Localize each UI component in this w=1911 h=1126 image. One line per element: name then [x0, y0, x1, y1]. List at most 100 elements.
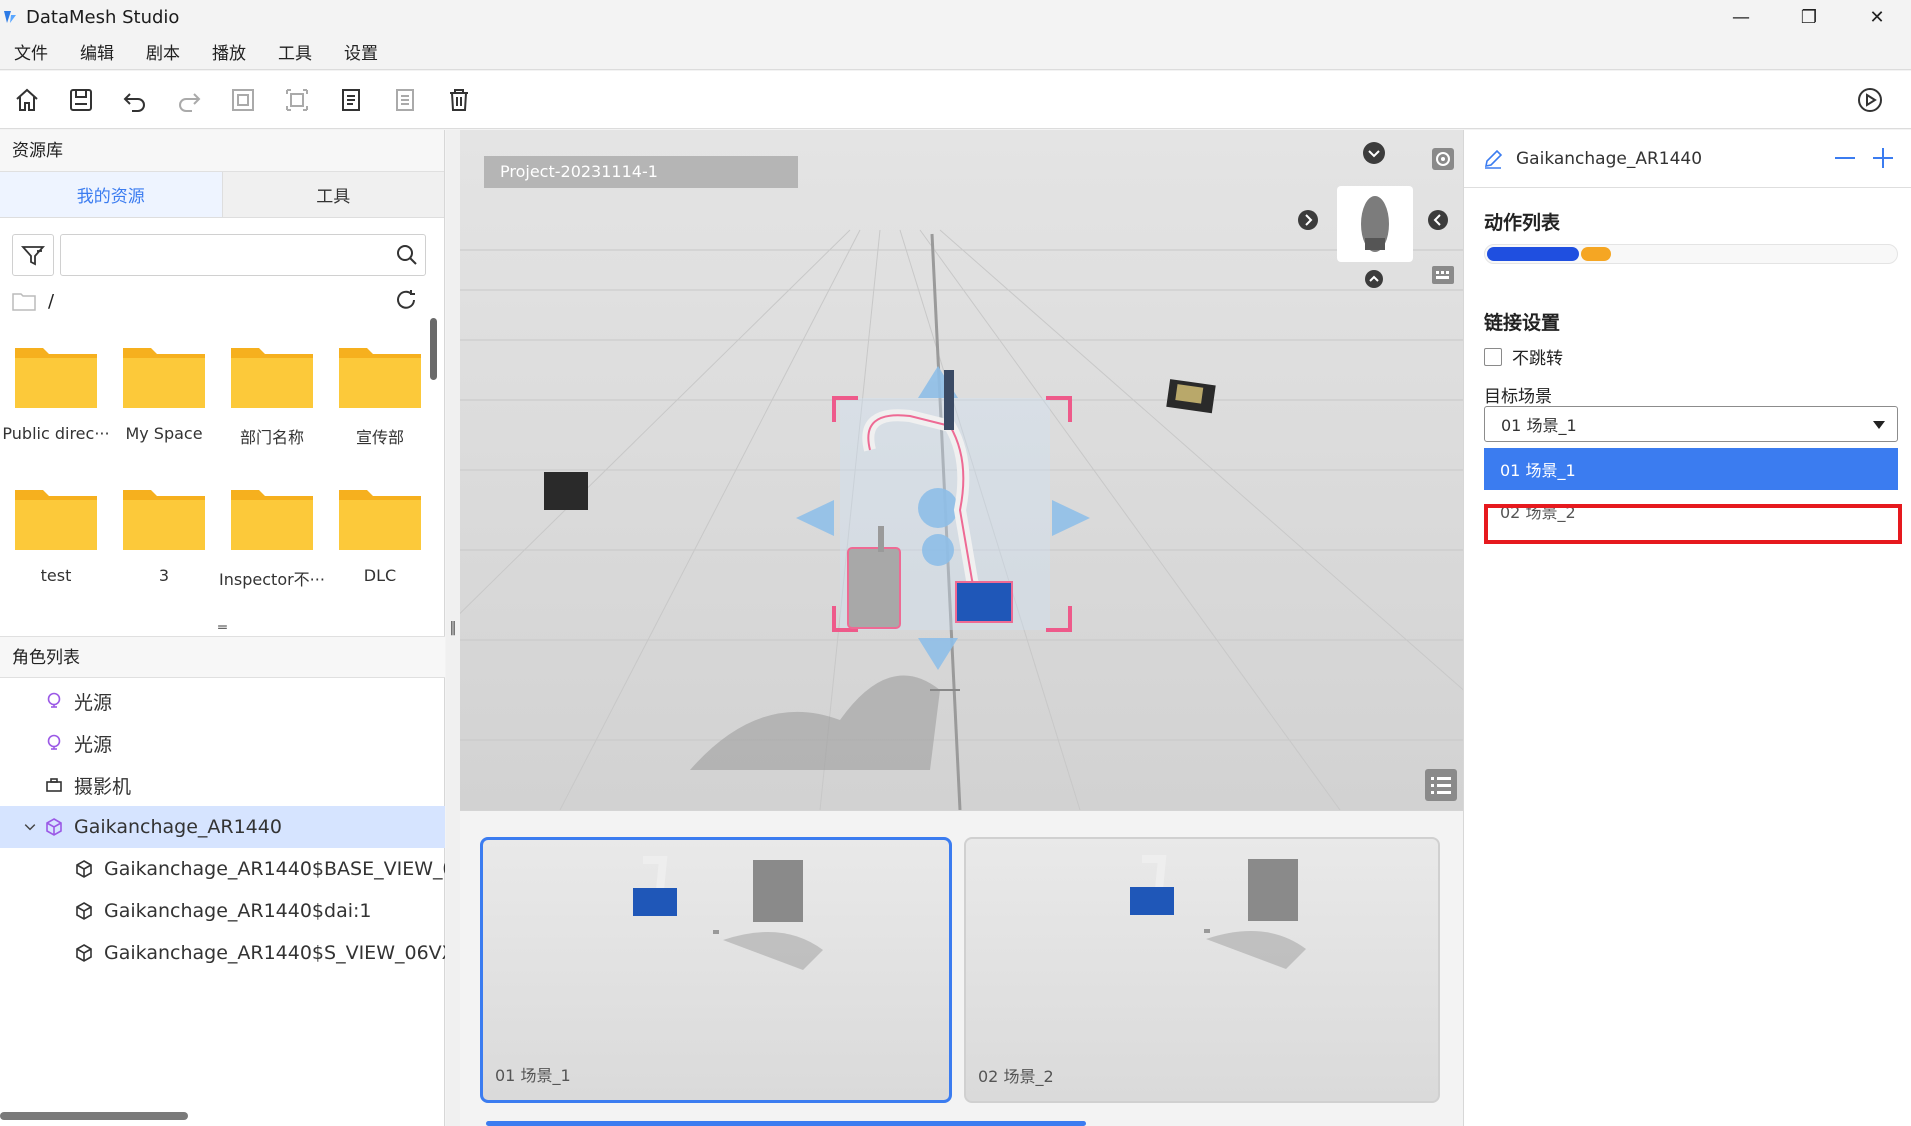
tree-item-gaikanchage[interactable]: Gaikanchage_AR1440 — [0, 806, 445, 848]
tab-my-assets[interactable]: 我的资源 — [0, 172, 223, 217]
list-menu-icon[interactable] — [1424, 768, 1458, 802]
scene-card-1[interactable]: 01 场景_1 — [480, 837, 952, 1103]
tree-item-label: Gaikanchage_AR1440 — [74, 816, 282, 838]
folder-icon — [123, 348, 205, 408]
no-jump-checkbox[interactable] — [1484, 347, 1502, 366]
maximize-button[interactable]: ❐ — [1775, 0, 1843, 34]
tree-item-label: 摄影机 — [74, 775, 132, 798]
delete-button[interactable] — [432, 71, 486, 129]
tree-horizontal-scrollbar[interactable] — [0, 1112, 188, 1120]
action-segment-1[interactable] — [1487, 247, 1579, 261]
role-list-header: 角色列表 — [0, 636, 445, 678]
folder-item[interactable]: Inspector不··· — [218, 482, 326, 590]
document-button[interactable] — [324, 71, 378, 129]
scene-strip: 01 场景_1 02 场景_2 — [460, 810, 1463, 1126]
close-button[interactable]: ✕ — [1843, 0, 1911, 34]
vertical-splitter[interactable]: ‖ — [446, 130, 460, 1126]
chevron-right-icon[interactable] — [1296, 208, 1320, 232]
folder-item[interactable]: 3 — [110, 482, 218, 585]
scene-strip-scrollbar[interactable] — [486, 1121, 1086, 1126]
menu-settings[interactable]: 设置 — [344, 39, 378, 64]
play-icon[interactable] — [1855, 85, 1885, 115]
align-button[interactable] — [270, 71, 324, 129]
undo-button[interactable] — [108, 71, 162, 129]
tree-item-label: 光源 — [74, 691, 113, 714]
folder-item[interactable]: Public direc··· — [2, 340, 110, 443]
tree-item-label: 光源 — [74, 733, 113, 756]
tree-item-camera[interactable]: 摄影机 — [0, 764, 445, 806]
app-title: DataMesh Studio — [26, 6, 180, 28]
minimize-icon: — — [1732, 6, 1750, 28]
plus-icon[interactable] — [1871, 146, 1895, 170]
target-scene-select[interactable]: 01 场景_1 — [1484, 406, 1898, 442]
cube-icon — [76, 860, 92, 878]
viewport-scene — [460, 229, 1463, 810]
3d-viewport[interactable]: Project-20231114-1 — [460, 130, 1463, 810]
cube-icon — [76, 902, 92, 920]
list-button[interactable] — [378, 71, 432, 129]
folder-outline-icon[interactable] — [12, 291, 36, 311]
scene-card-2[interactable]: 02 场景_2 — [964, 837, 1440, 1103]
tree-item-light-2[interactable]: 光源 — [0, 722, 445, 764]
folder-item[interactable]: My Space — [110, 340, 218, 443]
search-input[interactable] — [61, 235, 381, 275]
tree-item-label: Gaikanchage_AR1440$S_VIEW_06VXH — [104, 942, 445, 964]
home-button[interactable] — [0, 71, 54, 129]
copy-button[interactable] — [216, 71, 270, 129]
breadcrumb-path: / — [48, 290, 55, 312]
folder-name: 宣传部 — [355, 428, 404, 447]
folder-name: 部门名称 — [239, 428, 304, 447]
tree-item-base-view[interactable]: Gaikanchage_AR1440$BASE_VIEW_06 — [0, 848, 445, 890]
folder-icon — [15, 348, 97, 408]
menu-edit[interactable]: 编辑 — [80, 39, 114, 64]
menu-tools[interactable]: 工具 — [278, 39, 312, 64]
home-icon — [16, 88, 38, 111]
minus-icon[interactable] — [1833, 146, 1857, 170]
action-timeline[interactable] — [1484, 244, 1898, 264]
tab-tools[interactable]: 工具 — [222, 172, 444, 217]
focus-icon[interactable] — [1430, 146, 1456, 172]
tree-item-light-1[interactable]: 光源 — [0, 680, 445, 722]
right-panel: Gaikanchage_AR1440 动作列表 链接设置 不跳转 目标场景 01… — [1463, 130, 1911, 1126]
project-label: Project-20231114-1 — [484, 156, 798, 188]
folder-item[interactable]: 宣传部 — [326, 340, 434, 448]
chevron-down-icon[interactable] — [1361, 140, 1387, 166]
folder-item[interactable]: DLC — [326, 482, 434, 585]
folder-item[interactable]: 部门名称 — [218, 340, 326, 448]
filter-button[interactable] — [12, 234, 54, 276]
copy-icon — [232, 88, 254, 111]
chevron-up-icon[interactable] — [1363, 268, 1385, 290]
folder-icon — [123, 490, 205, 550]
target-scene-value: 01 场景_1 — [1501, 416, 1577, 435]
list-icon — [396, 88, 414, 111]
folder-name: DLC — [363, 566, 397, 585]
redo-button[interactable] — [162, 71, 216, 129]
search-icon[interactable] — [395, 243, 419, 267]
pencil-icon[interactable] — [1482, 148, 1504, 170]
action-list-title: 动作列表 — [1484, 212, 1561, 234]
chevron-down-icon[interactable] — [22, 817, 38, 837]
cube-icon — [76, 944, 92, 962]
keyboard-icon[interactable] — [1430, 264, 1456, 286]
tree-item-dai[interactable]: Gaikanchage_AR1440$dai:1 — [0, 890, 445, 932]
menu-script[interactable]: 剧本 — [146, 39, 180, 64]
folder-item[interactable]: test — [2, 482, 110, 585]
view-cube-icon[interactable] — [1335, 184, 1415, 264]
redo-icon — [179, 92, 201, 112]
refresh-icon[interactable] — [394, 288, 418, 312]
menu-file[interactable]: 文件 — [14, 39, 48, 64]
panel-splitter[interactable]: ═ — [0, 620, 445, 636]
light-bulb-icon — [47, 734, 61, 750]
no-jump-checkbox-row[interactable]: 不跳转 — [1484, 344, 1563, 369]
object-name: Gaikanchage_AR1440 — [1516, 148, 1703, 169]
undo-icon — [123, 92, 145, 112]
tree-item-s-view[interactable]: Gaikanchage_AR1440$S_VIEW_06VXH — [0, 932, 445, 974]
minimize-button[interactable]: — — [1707, 0, 1775, 34]
option-scene-1[interactable]: 01 场景_1 — [1484, 448, 1898, 490]
save-button[interactable] — [54, 71, 108, 129]
cube-icon — [46, 818, 62, 836]
align-icon — [286, 88, 308, 111]
chevron-left-icon[interactable] — [1426, 208, 1450, 232]
menu-play[interactable]: 播放 — [212, 39, 246, 64]
action-segment-2[interactable] — [1581, 247, 1611, 261]
